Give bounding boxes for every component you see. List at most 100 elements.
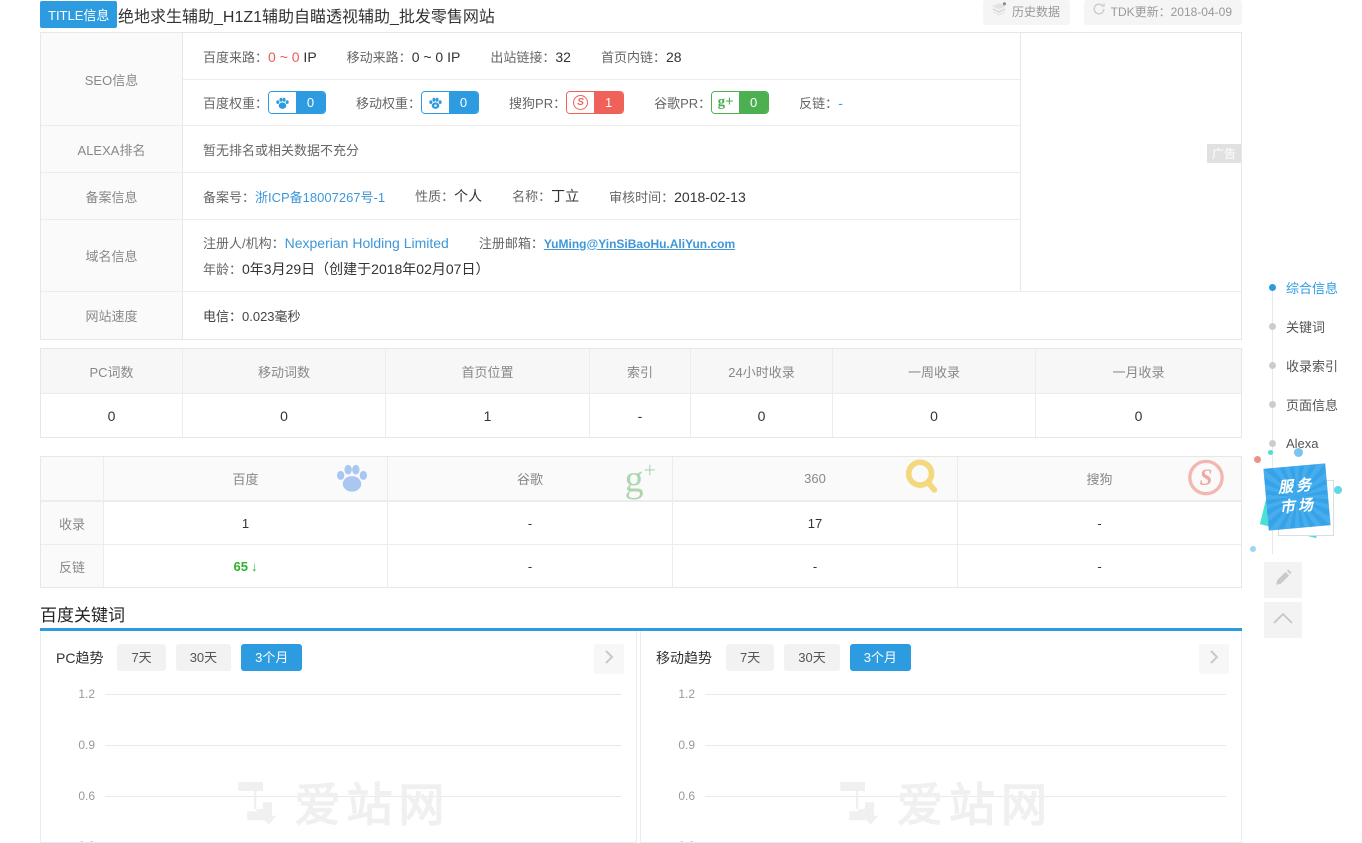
- engine-header-google: 谷歌 g+: [388, 457, 673, 501]
- title-info-badge: TITLE信息: [40, 1, 117, 28]
- engine-row-label-shoulu: 收录: [41, 501, 104, 544]
- confetti-dot: [1294, 448, 1303, 457]
- outlink-value: 32: [555, 49, 571, 65]
- y-axis-tick: 0.9: [659, 738, 695, 752]
- nav-item-index[interactable]: 收录索引: [1256, 346, 1338, 385]
- service-market-badge[interactable]: 服务 市场: [1258, 458, 1344, 554]
- tdk-update-label: TDK更新：2018-04-09: [1111, 0, 1232, 25]
- edit-button[interactable]: [1264, 562, 1302, 598]
- mobile-range-30d-button[interactable]: 30天: [784, 644, 839, 671]
- gridline: [705, 745, 1226, 746]
- pc-range-7d-button[interactable]: 7天: [117, 644, 165, 671]
- pc-trend-next-button[interactable]: [594, 644, 624, 674]
- sogou-pr-label: 搜狗PR：: [509, 93, 566, 112]
- stats-header: 移动词数: [183, 349, 386, 393]
- googleplus-icon: g+: [712, 92, 739, 113]
- google-pr-value: 0: [739, 92, 768, 113]
- mobile-traffic-label: 移动来路：: [347, 50, 412, 65]
- nav-dot-icon: [1269, 440, 1276, 447]
- anchor-nav: 综合信息 关键词 收录索引 页面信息 Alexa: [1256, 268, 1338, 463]
- mobile-range-7d-button[interactable]: 7天: [726, 644, 774, 671]
- backlink-value: -: [838, 95, 843, 111]
- alexa-value: 暂无排名或相关数据不充分: [203, 140, 359, 159]
- engine-header-baidu: 百度: [104, 457, 388, 501]
- backlink-label: 反链：: [799, 96, 838, 111]
- registrant-email-link[interactable]: YuMing@YinSiBaoHu.AliYun.com: [544, 237, 735, 251]
- baidu-keywords-title: 百度关键词: [40, 601, 125, 626]
- stats-value: 0: [833, 393, 1036, 437]
- baidu-fanlian: 65 ↓: [104, 544, 388, 587]
- pc-range-30d-button[interactable]: 30天: [176, 644, 231, 671]
- y-axis-tick: 0.6: [659, 789, 695, 803]
- confetti-dot: [1254, 456, 1261, 463]
- homelink-value: 28: [666, 49, 682, 65]
- outlink-label: 出站链接：: [490, 50, 555, 65]
- search-engines-table: 百度 谷歌 g+ 360 搜狗 S 收录 1 - 17 - 反链 65 ↓ - …: [40, 456, 1242, 588]
- sogou-icon: S: [567, 92, 594, 113]
- sogou-pr-value: 1: [594, 92, 623, 113]
- beian-nature: 个人: [454, 188, 482, 204]
- sogou-icon: S: [1187, 458, 1225, 499]
- alexa-row: 暂无排名或相关数据不充分: [183, 125, 1020, 172]
- google-pr-label: 谷歌PR：: [654, 93, 711, 112]
- stats-value: 0: [1036, 393, 1241, 437]
- sogou-fanlian: -: [958, 544, 1241, 587]
- domain-row: 注册人/机构：Nexperian Holding Limited 注册邮箱：Yu…: [183, 219, 1020, 291]
- speed-value: 电信：0.023毫秒: [203, 306, 301, 325]
- google-pr-badge[interactable]: g+ 0: [711, 91, 769, 114]
- pc-range-3m-button[interactable]: 3个月: [241, 644, 302, 671]
- ad-tag: 广告: [1207, 144, 1241, 163]
- confetti-dot: [1250, 546, 1256, 552]
- y-axis-tick: 0.3: [659, 839, 695, 843]
- history-data-button[interactable]: 历史数据: [983, 0, 1070, 25]
- mobile-trend-next-button[interactable]: [1199, 644, 1229, 674]
- chevron-right-icon: [1209, 650, 1219, 669]
- nav-dot-icon: [1269, 323, 1276, 330]
- mobile-paw-icon: [422, 92, 449, 113]
- baidu-weight-value: 0: [296, 92, 325, 113]
- confetti-dot: [1334, 486, 1342, 494]
- sogou-shoulu: -: [958, 501, 1241, 544]
- site-info-table: SEO信息 百度来路：0 ~ 0 IP 移动来路：0 ~ 0 IP 出站链接：3…: [40, 32, 1242, 340]
- back-to-top-button[interactable]: [1264, 602, 1302, 638]
- y-axis-tick: 0.6: [59, 789, 95, 803]
- nav-item-pageinfo[interactable]: 页面信息: [1256, 385, 1338, 424]
- row-label-alexa: ALEXA排名: [41, 125, 183, 172]
- down-arrow-icon: ↓: [251, 559, 258, 574]
- mobile-range-3m-button[interactable]: 3个月: [850, 644, 911, 671]
- gridline: [105, 694, 621, 695]
- gridline: [705, 796, 1226, 797]
- refresh-icon: [1092, 0, 1106, 25]
- icp-number-link[interactable]: 浙ICP备18007267号-1: [255, 190, 385, 205]
- engine-header-360: 360: [673, 457, 958, 501]
- mobile-trend-label: 移动趋势: [656, 648, 712, 668]
- tdk-update-button[interactable]: TDK更新：2018-04-09: [1084, 0, 1242, 25]
- nav-item-overview[interactable]: 综合信息: [1256, 268, 1338, 307]
- mobile-weight-badge[interactable]: 0: [421, 91, 479, 114]
- beian-audit-date: 2018-02-13: [674, 189, 746, 205]
- top-bar: TITLE信息 绝地求生辅助_H1Z1辅助自瞄透视辅助_批发零售网站 历史数据 …: [40, 0, 1242, 26]
- history-data-label: 历史数据: [1012, 0, 1060, 25]
- mobile-trend-panel: 移动趋势 7天 30天 3个月 1.2 0.9 0.6 0.3 爱站网: [640, 631, 1242, 843]
- gridline: [105, 796, 621, 797]
- chevron-right-icon: [604, 650, 614, 669]
- y-axis-tick: 1.2: [659, 687, 695, 701]
- registrant-link[interactable]: Nexperian Holding Limited: [285, 235, 449, 251]
- engines-corner-cell: [41, 457, 104, 501]
- aizhan-watermark: 爱站网: [829, 769, 1053, 835]
- baidu-weight-badge[interactable]: 0: [268, 91, 326, 114]
- beian-row: 备案号：浙ICP备18007267号-1 性质：个人 名称：丁立 审核时间：20…: [183, 172, 1020, 219]
- stats-header: 索引: [590, 349, 691, 393]
- nav-dot-icon: [1269, 362, 1276, 369]
- badge-front-square: 服务 市场: [1263, 463, 1330, 530]
- chevron-up-icon: [1273, 611, 1293, 629]
- pc-trend-label: PC趋势: [56, 648, 103, 668]
- seo-weight-row: 百度权重： 0 移动权重： 0 搜狗PR： S 1 谷歌PR： g+ 0: [183, 79, 1020, 125]
- homelink-label: 首页内链：: [601, 50, 666, 65]
- baidu-shoulu: 1: [104, 501, 388, 544]
- y-axis-tick: 0.3: [59, 839, 95, 843]
- stats-value: 0: [41, 393, 183, 437]
- seo-traffic-row: 百度来路：0 ~ 0 IP 移动来路：0 ~ 0 IP 出站链接：32 首页内链…: [183, 33, 1020, 79]
- sogou-pr-badge[interactable]: S 1: [566, 91, 624, 114]
- nav-item-keywords[interactable]: 关键词: [1256, 307, 1338, 346]
